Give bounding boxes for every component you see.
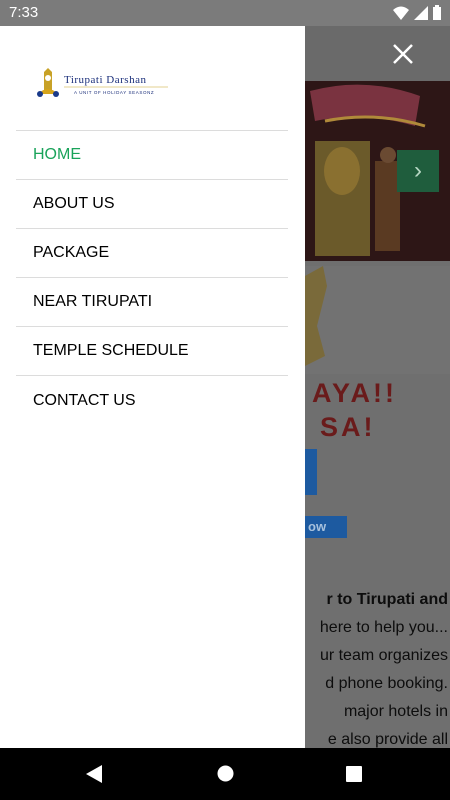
- screen: 7:33 › AYA!! SA! ow r to Tirupati and he…: [0, 0, 450, 800]
- recents-icon[interactable]: [346, 766, 362, 782]
- menu-item-contact-us[interactable]: CONTACT US: [16, 376, 288, 425]
- battery-icon: [433, 5, 441, 20]
- status-icons: [393, 5, 441, 20]
- menu-item-temple-schedule[interactable]: TEMPLE SCHEDULE: [16, 327, 288, 376]
- text-line: d phone booking.: [325, 675, 448, 692]
- slogan-line-1: AYA!!: [312, 378, 398, 408]
- background-button: [305, 449, 317, 495]
- background-page: › AYA!! SA! ow r to Tirupati and here to…: [305, 26, 450, 748]
- status-bar: 7:33: [0, 0, 450, 26]
- menu-item-home[interactable]: HOME: [16, 131, 288, 180]
- slogan: AYA!! SA!: [312, 376, 397, 444]
- navigation-drawer: Tirupati Darshan A UNIT OF HOLIDAY SEASO…: [0, 26, 305, 748]
- menu-item-about-us[interactable]: ABOUT US: [16, 180, 288, 229]
- text-line: major hotels in: [343, 703, 448, 720]
- status-time: 7:33: [9, 4, 39, 21]
- drawer-menu: HOME ABOUT US PACKAGE NEAR TIRUPATI TEMP…: [16, 130, 288, 425]
- text-line: e also provide all: [327, 731, 448, 748]
- slider-next-button[interactable]: ›: [397, 150, 439, 192]
- background-text: r to Tirupati and here to help you... ur…: [305, 586, 448, 748]
- system-nav-bar: [0, 748, 450, 800]
- svg-text:A UNIT OF HOLIDAY SEASONZ: A UNIT OF HOLIDAY SEASONZ: [74, 90, 154, 95]
- back-icon[interactable]: [86, 765, 102, 783]
- svg-text:Tirupati Darshan: Tirupati Darshan: [64, 74, 146, 86]
- text-line: ur team organizes: [319, 647, 448, 664]
- deity-image: [305, 266, 450, 374]
- brand-logo[interactable]: Tirupati Darshan A UNIT OF HOLIDAY SEASO…: [34, 66, 174, 102]
- signal-icon: [414, 5, 428, 20]
- wifi-icon: [393, 6, 409, 20]
- close-icon[interactable]: [391, 42, 415, 66]
- menu-item-near-tirupati[interactable]: NEAR TIRUPATI: [16, 278, 288, 327]
- book-now-button: ow: [305, 516, 347, 538]
- slogan-line-2: SA!: [320, 412, 376, 442]
- text-line: here to help you...: [319, 619, 448, 636]
- background-header: [305, 26, 450, 81]
- text-line: r to Tirupati and: [326, 591, 448, 608]
- home-icon[interactable]: [217, 765, 234, 782]
- menu-item-package[interactable]: PACKAGE: [16, 229, 288, 278]
